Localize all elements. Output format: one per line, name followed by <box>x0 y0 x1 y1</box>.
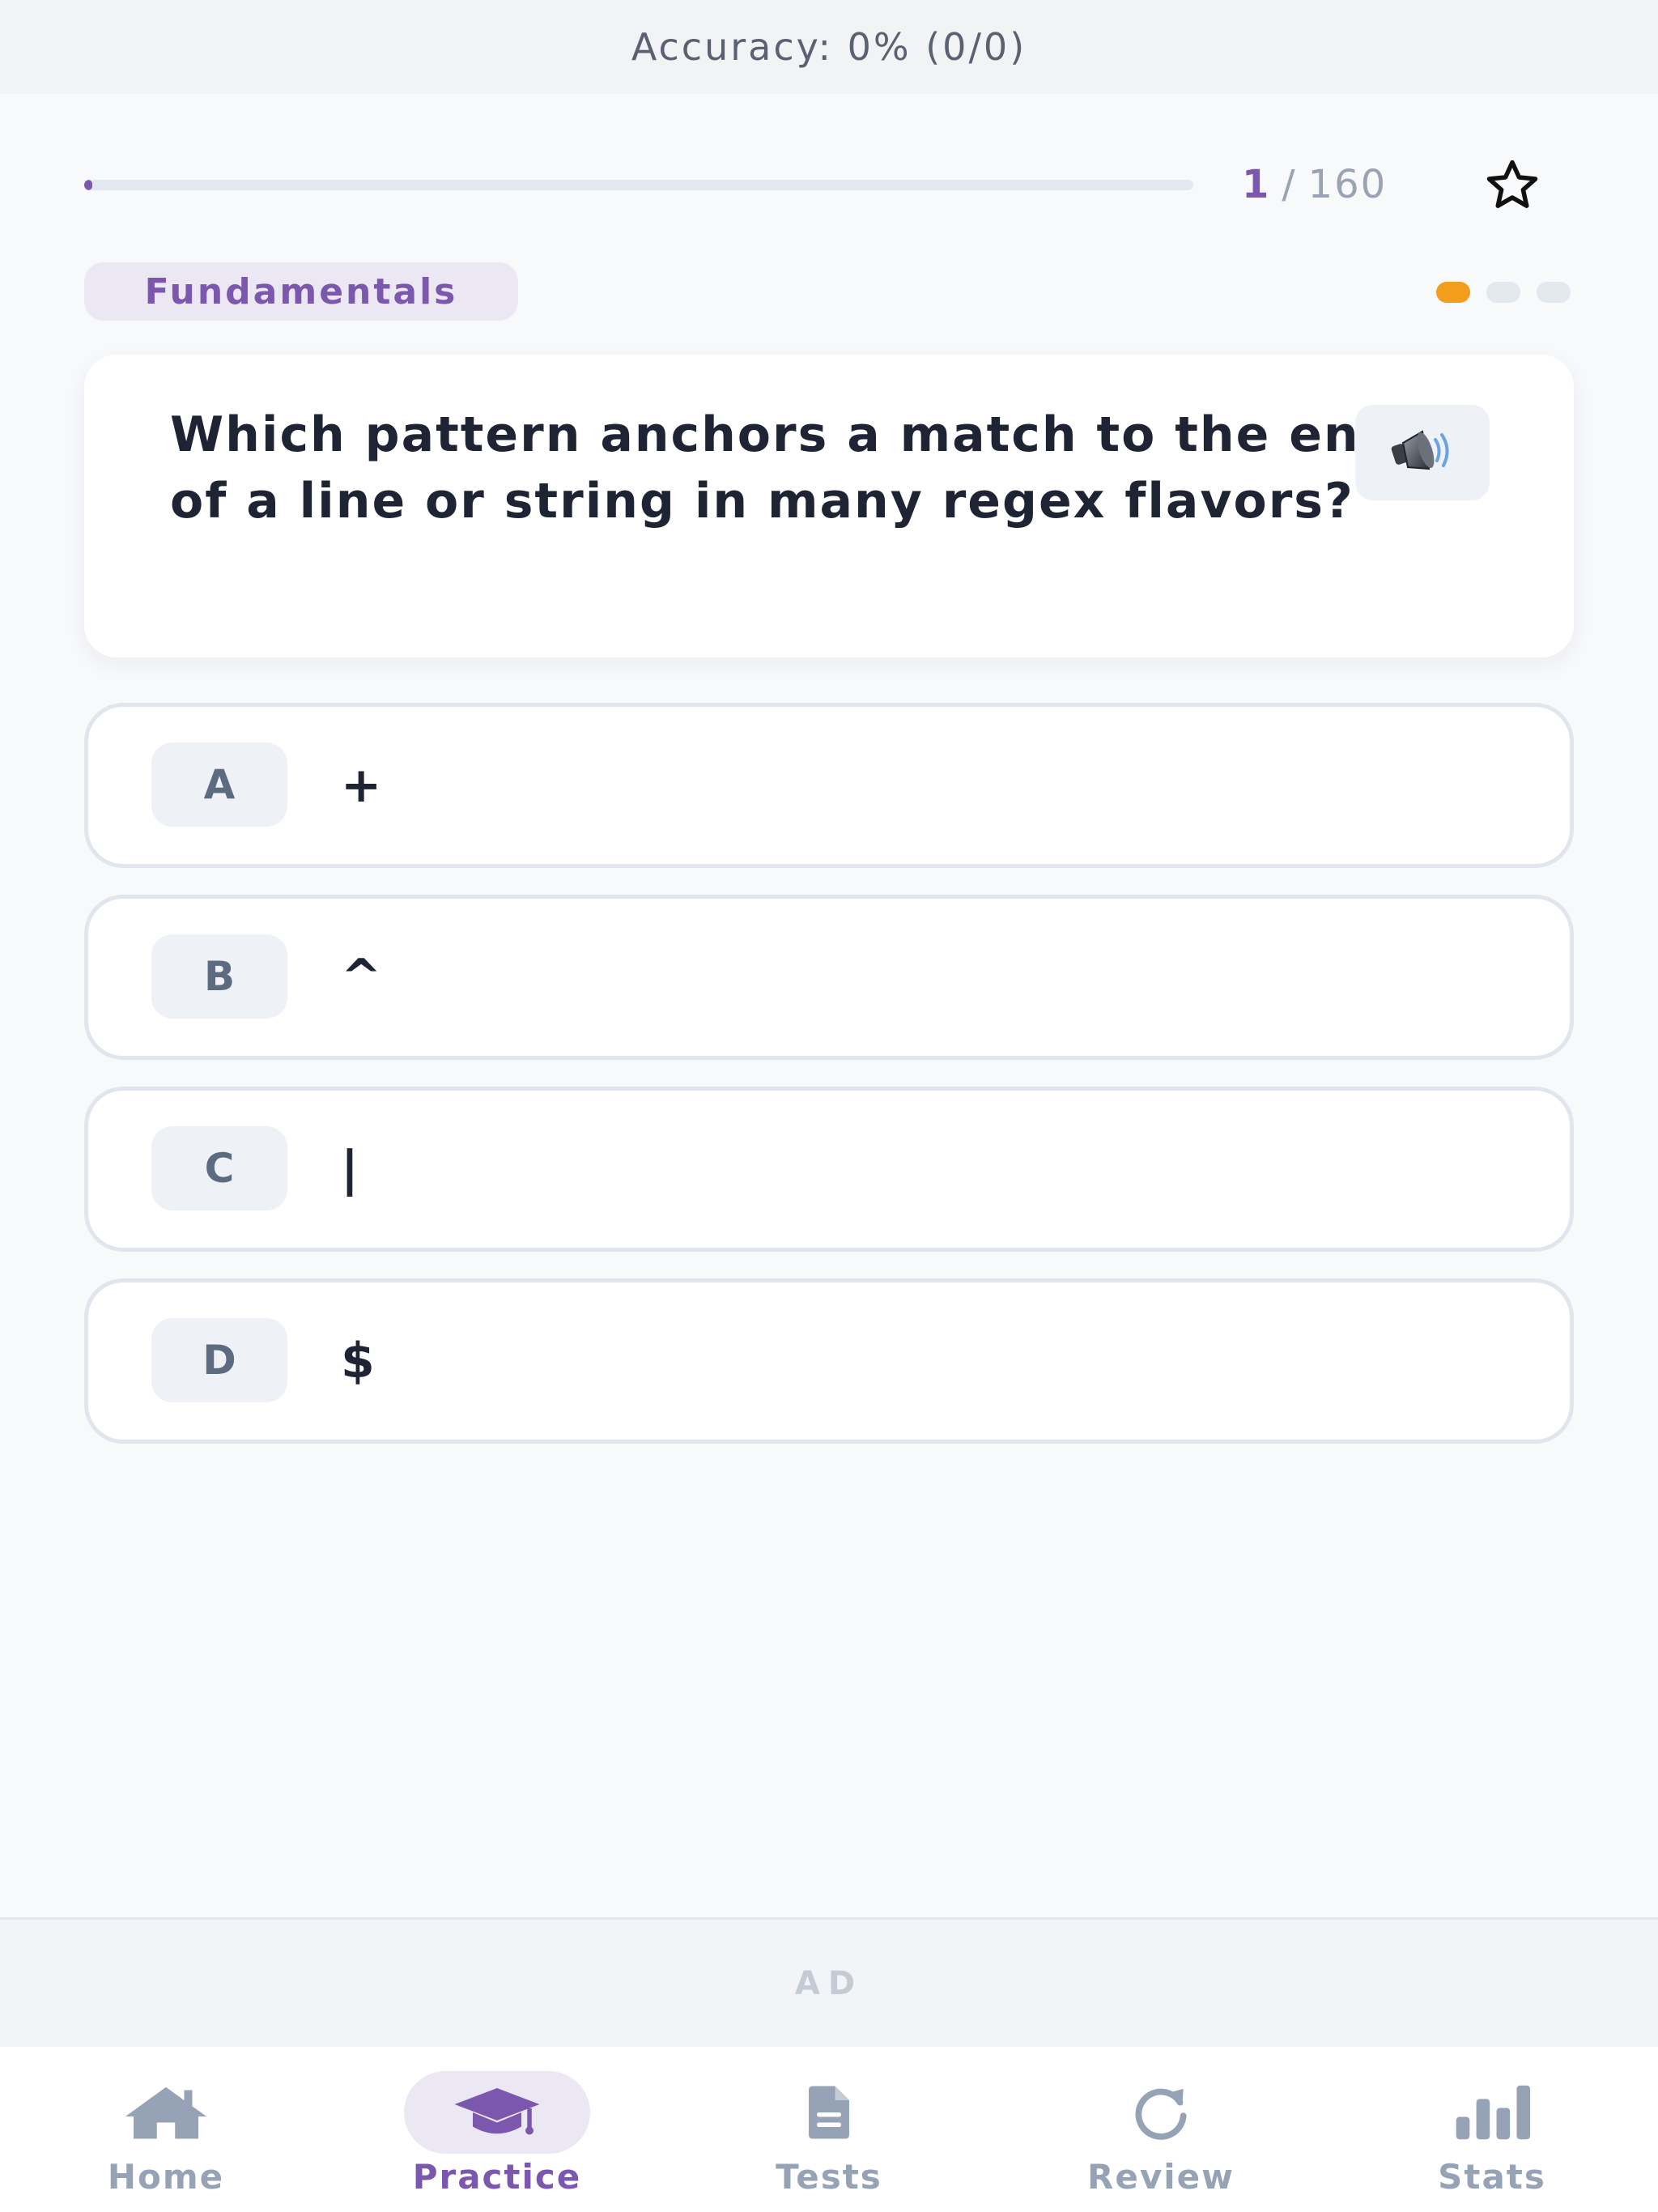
question-text: Which pattern anchors a match to the end… <box>170 406 1397 530</box>
current-question-number: 1 <box>1242 162 1271 207</box>
answer-option-c[interactable]: C | <box>84 1087 1574 1252</box>
difficulty-indicator <box>1436 282 1571 304</box>
accuracy-bar: Accuracy: 0% (0/0) <box>0 0 1658 94</box>
counter-separator: / <box>1282 162 1297 207</box>
ad-banner[interactable]: AD <box>0 1917 1658 2047</box>
audio-button[interactable] <box>1355 405 1490 500</box>
option-text: ^ <box>341 949 382 1006</box>
star-outline-icon <box>1486 160 1538 208</box>
option-letter: A <box>151 742 287 827</box>
home-icon <box>125 2087 206 2139</box>
progress-fill <box>84 180 92 190</box>
option-letter: D <box>151 1318 287 1402</box>
difficulty-dot-3 <box>1537 282 1571 303</box>
progress-row: 1 / 160 <box>84 159 1574 211</box>
option-text: | <box>341 1141 359 1197</box>
option-text: + <box>341 757 382 814</box>
graduation-cap-icon <box>454 2088 540 2135</box>
nav-icon-container <box>736 2071 922 2154</box>
nav-home[interactable]: Home <box>4 2047 328 2212</box>
question-counter: 1 / 160 <box>1242 159 1387 211</box>
answer-option-a[interactable]: A + <box>84 703 1574 868</box>
ad-label: AD <box>794 1964 864 2002</box>
nav-icon-container <box>1068 2071 1254 2154</box>
bar-chart-icon <box>1456 2085 1531 2140</box>
progress-bar <box>84 180 1193 190</box>
nav-label: Home <box>107 2157 225 2197</box>
nav-label: Stats <box>1438 2157 1546 2197</box>
total-questions: 160 <box>1307 162 1388 207</box>
favorite-button[interactable] <box>1482 159 1543 211</box>
difficulty-dot-1 <box>1436 282 1470 303</box>
accuracy-text: Accuracy: 0% (0/0) <box>631 25 1027 69</box>
document-icon <box>809 2086 849 2139</box>
nav-practice[interactable]: Practice <box>335 2047 659 2212</box>
nav-tests[interactable]: Tests <box>667 2047 991 2212</box>
nav-label: Practice <box>412 2157 582 2197</box>
nav-stats[interactable]: Stats <box>1330 2047 1654 2212</box>
nav-label: Tests <box>776 2157 882 2197</box>
refresh-icon <box>1135 2088 1187 2140</box>
nav-icon-container <box>1399 2071 1585 2154</box>
option-letter: C <box>151 1126 287 1210</box>
nav-review[interactable]: Review <box>999 2047 1323 2212</box>
nav-icon-container <box>404 2071 590 2154</box>
option-letter: B <box>151 934 287 1019</box>
answer-option-d[interactable]: D $ <box>84 1278 1574 1444</box>
option-text: $ <box>341 1333 375 1389</box>
category-badge: Fundamentals <box>84 262 518 321</box>
difficulty-dot-2 <box>1486 282 1520 303</box>
quiz-screen: Accuracy: 0% (0/0) 1 / 160 Fundamentals … <box>0 0 1658 2212</box>
question-card: Which pattern anchors a match to the end… <box>84 355 1574 657</box>
bottom-navigation: Home Practice Tests Review Stats <box>0 2047 1658 2212</box>
answer-option-b[interactable]: B ^ <box>84 895 1574 1060</box>
nav-icon-container <box>73 2071 259 2154</box>
nav-label: Review <box>1087 2157 1235 2197</box>
speaker-icon <box>1391 430 1449 470</box>
